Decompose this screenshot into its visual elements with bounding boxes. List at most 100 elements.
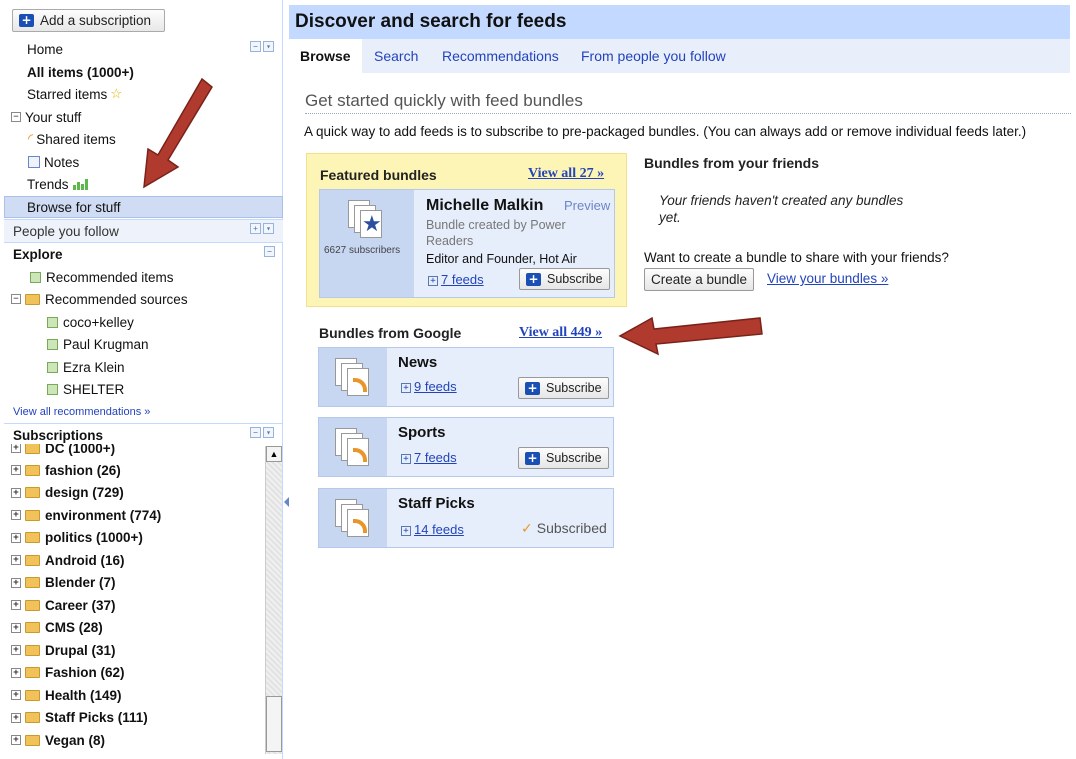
- tab-from-people[interactable]: From people you follow: [570, 39, 737, 73]
- source-item[interactable]: SHELTER: [47, 378, 124, 400]
- featured-title: Featured bundles: [320, 167, 437, 183]
- bundle-card[interactable]: ★ 6627 subscribers Michelle Malkin Previ…: [319, 189, 615, 298]
- bundle-name[interactable]: Sports: [398, 424, 446, 441]
- collapse-icon[interactable]: −: [250, 427, 261, 438]
- subscription-folder[interactable]: + Fashion (62): [11, 662, 125, 684]
- feeds-link-label: 7 feeds: [441, 272, 484, 287]
- scroll-up-arrow-icon[interactable]: ▲: [266, 446, 282, 462]
- tab-recommendations[interactable]: Recommendations: [431, 39, 570, 73]
- collapse-icon[interactable]: −: [264, 246, 275, 257]
- recommended-sources[interactable]: − Recommended sources: [11, 288, 188, 310]
- subscription-folder[interactable]: + Android (16): [11, 549, 125, 571]
- expand-toggle-icon[interactable]: +: [11, 712, 21, 723]
- expand-toggle-icon[interactable]: +: [11, 465, 21, 475]
- expand-toggle-icon[interactable]: +: [11, 600, 21, 610]
- subscription-folder[interactable]: + Vegan (8): [11, 729, 105, 751]
- add-subscription-label: Add a subscription: [40, 13, 152, 28]
- subscribed-label: Subscribed: [536, 520, 607, 536]
- recommended-items[interactable]: Recommended items: [30, 266, 174, 288]
- expand-toggle-icon[interactable]: +: [11, 667, 21, 678]
- subscribe-button[interactable]: + Subscribe: [518, 447, 609, 469]
- google-bundle-card[interactable]: Sports +7 feeds + Subscribe: [318, 417, 614, 477]
- feeds-link[interactable]: +9 feeds: [401, 379, 457, 394]
- expand-toggle-icon[interactable]: +: [11, 690, 21, 700]
- tab-browse[interactable]: Browse: [289, 39, 362, 73]
- nav-all-items[interactable]: All items (1000+): [27, 61, 134, 83]
- collapse-toggle-icon[interactable]: −: [11, 112, 21, 122]
- nav-your-stuff[interactable]: − Your stuff: [11, 106, 81, 128]
- expand-toggle-icon[interactable]: +: [11, 510, 21, 520]
- subscriptions-heading[interactable]: Subscriptions: [13, 425, 103, 445]
- view-your-bundles-link[interactable]: View your bundles »: [767, 271, 888, 286]
- nav-home[interactable]: Home: [27, 38, 63, 60]
- preview-link[interactable]: Preview: [564, 198, 610, 213]
- explore-controls[interactable]: −: [264, 246, 275, 257]
- view-all-featured-link[interactable]: View all 27 »: [528, 166, 604, 182]
- view-all-recommendations-link[interactable]: View all recommendations »: [13, 401, 150, 423]
- collapse-toggle-icon[interactable]: −: [11, 294, 21, 304]
- scroll-thumb[interactable]: [266, 696, 282, 752]
- people-you-follow[interactable]: People you follow: [13, 220, 119, 242]
- source-item[interactable]: Paul Krugman: [47, 333, 149, 355]
- google-bundle-card[interactable]: Staff Picks +14 feeds ✓ Subscribed: [318, 488, 614, 548]
- subscription-folder[interactable]: + Blender (7): [11, 572, 116, 594]
- expand-toggle-icon[interactable]: +: [11, 444, 21, 453]
- expand-toggle-icon[interactable]: +: [11, 577, 21, 588]
- collapse-icon[interactable]: −: [250, 41, 261, 52]
- add-icon[interactable]: +: [250, 223, 261, 234]
- expand-toggle-icon[interactable]: +: [11, 735, 21, 745]
- folder-icon: [25, 734, 40, 746]
- plus-icon: +: [19, 14, 34, 27]
- dropdown-icon[interactable]: ▾: [263, 223, 274, 234]
- bundle-name[interactable]: Staff Picks: [398, 495, 475, 512]
- expand-toggle-icon[interactable]: +: [11, 645, 21, 655]
- expand-toggle-icon[interactable]: +: [11, 555, 21, 565]
- source-label: Ezra Klein: [63, 359, 125, 375]
- google-bundle-card[interactable]: News +9 feeds + Subscribe: [318, 347, 614, 407]
- home-controls[interactable]: − ▾: [250, 41, 274, 52]
- sidebar-scrollbar[interactable]: ▲: [265, 446, 282, 754]
- expand-toggle-icon[interactable]: +: [11, 622, 21, 633]
- expand-toggle-icon[interactable]: +: [11, 487, 21, 498]
- expand-toggle-icon[interactable]: +: [11, 532, 21, 543]
- subscription-folder[interactable]: + Staff Picks (111): [11, 707, 148, 729]
- people-you-follow-label: People you follow: [13, 223, 119, 239]
- feeds-link[interactable]: +14 feeds: [401, 522, 464, 537]
- bundle-name[interactable]: News: [398, 354, 437, 371]
- explore-heading[interactable]: Explore: [13, 243, 63, 265]
- feeds-link[interactable]: +7 feeds: [428, 272, 484, 287]
- subscription-folder[interactable]: + politics (1000+): [11, 527, 143, 549]
- subscription-folder[interactable]: + fashion (26): [11, 459, 121, 481]
- nav-shared-label: Shared items: [36, 131, 116, 147]
- tab-search[interactable]: Search: [363, 39, 429, 73]
- dropdown-icon[interactable]: ▾: [263, 427, 274, 438]
- source-item[interactable]: coco+kelley: [47, 311, 134, 333]
- nav-shared[interactable]: ◜ Shared items: [28, 128, 116, 150]
- subscribe-button[interactable]: + Subscribe: [518, 377, 609, 399]
- subscription-folder[interactable]: + design (729): [11, 482, 124, 504]
- feeds-link[interactable]: +7 feeds: [401, 450, 457, 465]
- source-label: SHELTER: [63, 381, 125, 397]
- subscriptions-controls[interactable]: − ▾: [250, 427, 274, 438]
- nav-notes[interactable]: Notes: [28, 151, 79, 173]
- nav-starred[interactable]: Starred items ☆: [27, 83, 122, 105]
- subscription-folder[interactable]: + Health (149): [11, 684, 122, 706]
- subscription-folder[interactable]: + CMS (28): [11, 617, 103, 639]
- dropdown-icon[interactable]: ▾: [263, 41, 274, 52]
- view-all-google-link[interactable]: View all 449 »: [519, 325, 602, 341]
- source-item[interactable]: Ezra Klein: [47, 356, 125, 378]
- subscription-folder[interactable]: + environment (774): [11, 504, 161, 526]
- nav-trends-label: Trends: [27, 176, 69, 192]
- nav-trends[interactable]: Trends: [27, 173, 88, 195]
- folder-icon: [25, 712, 40, 723]
- subscription-folder[interactable]: + DC (1000+): [11, 444, 115, 459]
- subscription-folder[interactable]: + Drupal (31): [11, 639, 116, 661]
- subscribe-button[interactable]: + Subscribe: [519, 268, 610, 290]
- people-controls[interactable]: + ▾: [250, 223, 274, 234]
- subscription-folder[interactable]: + Career (37): [11, 594, 116, 616]
- create-bundle-button[interactable]: Create a bundle: [644, 268, 755, 291]
- bundle-name[interactable]: Michelle Malkin: [426, 197, 543, 215]
- nav-browse[interactable]: Browse for stuff: [27, 196, 121, 218]
- expand-icon: +: [428, 275, 438, 286]
- add-subscription-button[interactable]: + Add a subscription: [12, 9, 165, 32]
